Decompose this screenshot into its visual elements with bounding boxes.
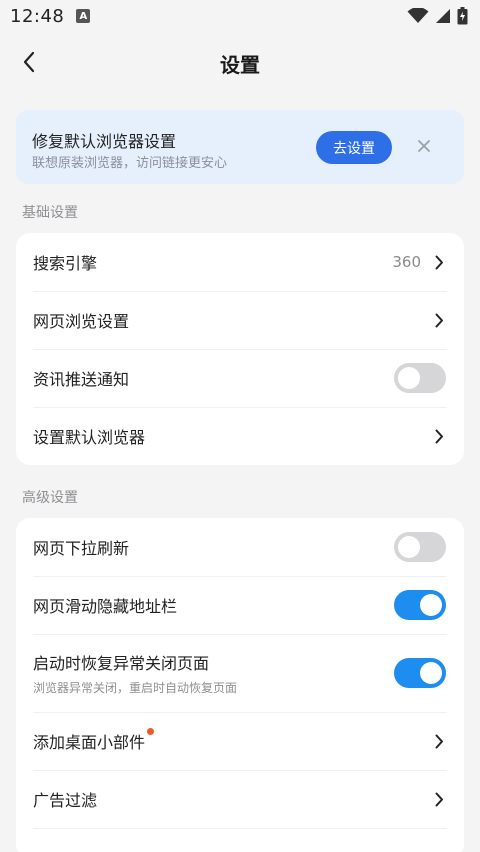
basic-settings-card: 搜索引擎 360 网页浏览设置 资讯推送通知 设置默认浏览器 bbox=[16, 233, 464, 465]
banner-title: 修复默认浏览器设置 bbox=[32, 132, 177, 151]
setting-label: 网页下拉刷新 bbox=[33, 539, 130, 558]
status-time: 12:48 bbox=[10, 5, 65, 27]
setting-restore-pages: 启动时恢复异常关闭页面 浏览器异常关闭，重启时自动恢复页面 bbox=[16, 634, 464, 712]
advanced-settings-card: 网页下拉刷新 网页滑动隐藏地址栏 启动时恢复异常关闭页面 浏览器异常关闭，重启时… bbox=[16, 518, 464, 852]
pull-refresh-toggle[interactable] bbox=[394, 532, 446, 562]
setting-label: 添加桌面小部件 bbox=[33, 733, 146, 752]
setting-more bbox=[16, 828, 464, 852]
setting-label: 网页滑动隐藏地址栏 bbox=[33, 597, 178, 616]
status-icons bbox=[407, 7, 468, 25]
setting-ad-filter[interactable]: 广告过滤 bbox=[16, 770, 464, 828]
chevron-right-icon bbox=[435, 792, 444, 807]
wifi-icon bbox=[407, 8, 429, 23]
setting-news-push: 资讯推送通知 bbox=[16, 349, 464, 407]
chevron-right-icon bbox=[435, 429, 444, 444]
go-settings-button[interactable]: 去设置 bbox=[316, 131, 392, 164]
setting-label: 网页浏览设置 bbox=[33, 312, 130, 331]
banner-subtitle: 联想原装浏览器，访问链接更安心 bbox=[32, 156, 228, 171]
setting-label: 启动时恢复异常关闭页面 bbox=[33, 654, 210, 673]
cell-signal-icon bbox=[436, 9, 450, 23]
setting-label: 资讯推送通知 bbox=[33, 370, 130, 389]
setting-desktop-widget[interactable]: 添加桌面小部件 bbox=[16, 712, 464, 770]
chevron-left-icon bbox=[23, 51, 35, 73]
setting-search-engine[interactable]: 搜索引擎 360 bbox=[16, 233, 464, 291]
setting-default-browser[interactable]: 设置默认浏览器 bbox=[16, 407, 464, 465]
setting-label: 广告过滤 bbox=[33, 791, 98, 810]
chevron-right-icon bbox=[435, 255, 444, 270]
battery-icon bbox=[457, 7, 468, 25]
setting-label: 搜索引擎 bbox=[33, 254, 98, 273]
setting-hide-address-bar: 网页滑动隐藏地址栏 bbox=[16, 576, 464, 634]
search-engine-value: 360 bbox=[392, 253, 421, 271]
close-icon bbox=[418, 140, 430, 152]
page-title: 设置 bbox=[220, 52, 260, 77]
section-title-basic: 基础设置 bbox=[22, 205, 78, 221]
app-header: 设置 bbox=[0, 32, 480, 94]
back-button[interactable] bbox=[14, 47, 44, 77]
setting-description: 浏览器异常关闭，重启时自动恢复页面 bbox=[33, 681, 238, 695]
setting-label: 设置默认浏览器 bbox=[33, 428, 146, 447]
news-push-toggle[interactable] bbox=[394, 363, 446, 393]
setting-web-browse[interactable]: 网页浏览设置 bbox=[16, 291, 464, 349]
chevron-right-icon bbox=[435, 313, 444, 328]
banner-close-button[interactable] bbox=[415, 137, 433, 155]
restore-pages-toggle[interactable] bbox=[394, 658, 446, 688]
new-badge-dot bbox=[147, 727, 155, 735]
hide-address-bar-toggle[interactable] bbox=[394, 590, 446, 620]
default-browser-banner: 修复默认浏览器设置 联想原装浏览器，访问链接更安心 去设置 bbox=[16, 110, 464, 184]
status-bar: 12:48 A bbox=[0, 0, 480, 32]
setting-pull-refresh: 网页下拉刷新 bbox=[16, 518, 464, 576]
section-title-advanced: 高级设置 bbox=[22, 490, 78, 506]
notification-icon: A bbox=[76, 9, 91, 23]
chevron-right-icon bbox=[435, 734, 444, 749]
